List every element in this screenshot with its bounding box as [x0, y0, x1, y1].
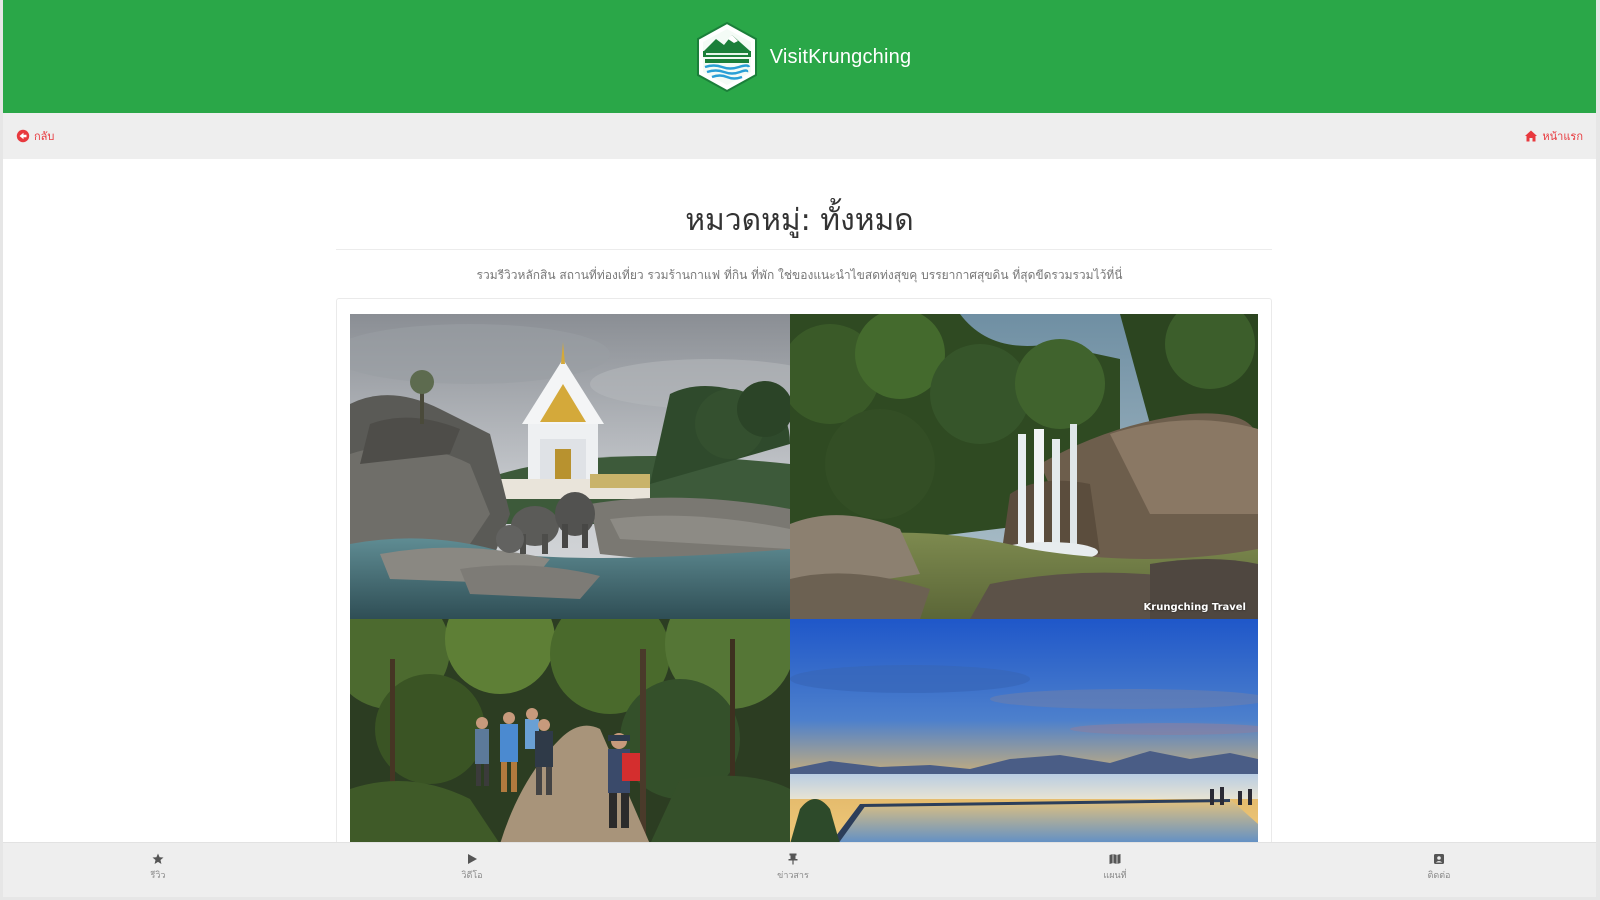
brand[interactable]: VisitKrungching: [694, 21, 912, 93]
photo-gallery: Krungching Travel: [350, 314, 1258, 844]
tab-contact-label: ติดต่อ: [1427, 871, 1451, 881]
circle-arrow-left-icon: [16, 129, 30, 143]
back-link-label: กลับ: [34, 130, 55, 143]
jungle-trekking-group-photo[interactable]: [350, 619, 790, 844]
app-window: VisitKrungching กลับ หน้าแรก หมวดหมู่: ท…: [3, 0, 1596, 897]
mountain-waterfall-emblem-icon: [696, 21, 757, 92]
photo-watermark: Krungching Travel: [1143, 602, 1246, 613]
tab-reviews[interactable]: รีวิว: [118, 853, 198, 882]
tab-news-label: ข่าวสาร: [777, 871, 809, 881]
category-description: รวมรีวิวหลักสิน สถานที่ท่องเที่ยว รวมร้า…: [476, 268, 1123, 282]
tab-reviews-label: รีวิว: [150, 871, 166, 881]
tab-map-label: แผนที่: [1103, 871, 1127, 881]
tab-map[interactable]: แผนที่: [1075, 853, 1155, 882]
map-icon: [1109, 854, 1121, 864]
main-content: หมวดหมู่: ทั้งหมด รวมรีวิวหลักสิน สถานที…: [3, 159, 1596, 860]
title-divider: [336, 249, 1272, 250]
forest-waterfall-photo[interactable]: Krungching Travel: [790, 314, 1258, 619]
tab-videos-label: วิดีโอ: [461, 871, 483, 881]
home-link[interactable]: หน้าแรก: [1524, 127, 1583, 145]
play-icon: [468, 854, 477, 864]
sub-navigation: กลับ หน้าแรก: [3, 113, 1596, 159]
pin-icon: [788, 853, 798, 865]
star-icon: [152, 853, 164, 864]
home-icon: [1525, 130, 1538, 142]
page-title: หมวดหมู่: ทั้งหมด: [685, 203, 914, 238]
gallery-card: Krungching Travel: [336, 298, 1272, 860]
contact-icon: [1434, 854, 1444, 864]
home-link-label: หน้าแรก: [1542, 130, 1583, 143]
sea-of-mist-sunrise-photo[interactable]: [790, 619, 1258, 844]
brand-name: VisitKrungching: [769, 46, 912, 68]
tab-videos[interactable]: วิดีโอ: [432, 853, 512, 882]
white-temple-elephant-statues-photo[interactable]: [350, 314, 790, 619]
tab-contact[interactable]: ติดต่อ: [1399, 853, 1479, 882]
bottom-navigation: รีวิว วิดีโอ ข่าวสาร แผนที่ ติดต่อ: [3, 842, 1596, 897]
tab-news[interactable]: ข่าวสาร: [753, 853, 833, 882]
app-header: VisitKrungching: [3, 0, 1596, 113]
back-link[interactable]: กลับ: [16, 127, 54, 145]
